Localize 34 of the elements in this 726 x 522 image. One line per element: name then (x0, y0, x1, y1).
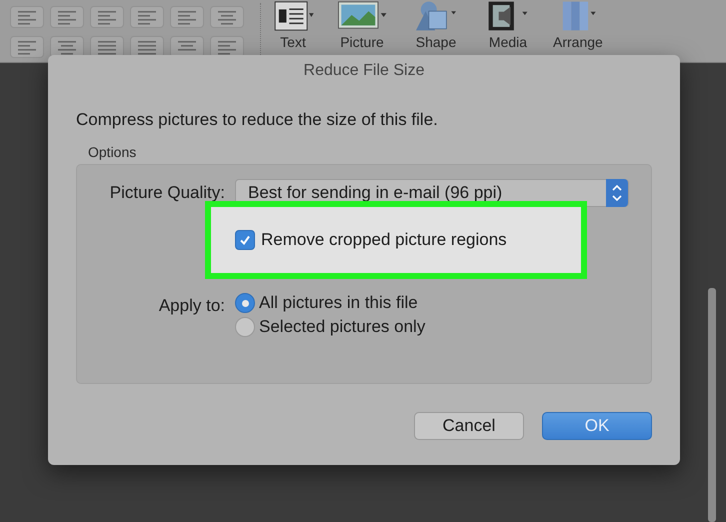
checkbox[interactable]: Remove cropped picture regions (235, 230, 507, 250)
lines-icon (15, 38, 39, 56)
toolbar-button[interactable]: Shape (409, 0, 463, 50)
lines-icon (55, 8, 79, 26)
cancel-button[interactable]: Cancel (414, 412, 524, 440)
toolbar-button[interactable]: Arrange (553, 0, 603, 50)
format-button[interactable] (170, 6, 204, 28)
radio-option[interactable]: Selected pictures only (235, 317, 629, 337)
group-label: Options (88, 144, 136, 160)
format-button[interactable] (130, 6, 164, 28)
lines-icon (135, 38, 159, 56)
format-button[interactable] (90, 6, 124, 28)
lines-icon (55, 38, 79, 56)
lines-icon (95, 8, 119, 26)
format-button[interactable] (50, 6, 84, 28)
toolbar-button[interactable]: Picture (335, 0, 389, 50)
stepper-arrows-icon (606, 179, 628, 207)
radio-option[interactable]: All pictures in this file (235, 293, 629, 313)
lines-icon (215, 8, 239, 26)
toolbar-button[interactable]: Text (271, 0, 315, 50)
lines-icon (135, 8, 159, 26)
ok-button[interactable]: OK (542, 412, 652, 440)
description: Compress pictures to reduce the size of this file. (76, 110, 439, 130)
lines-icon (215, 38, 239, 56)
format-button[interactable] (10, 6, 44, 28)
field-label: Picture Quality: (110, 183, 226, 203)
lines-icon (95, 38, 119, 56)
field-label: Apply to: (158, 295, 226, 316)
lines-icon (15, 8, 39, 26)
format-button[interactable] (210, 6, 244, 28)
toolbar-button[interactable]: Media (483, 0, 533, 50)
dialog-title: Reduce File Size (304, 61, 424, 81)
format-button[interactable] (10, 36, 44, 58)
lines-icon (175, 8, 199, 26)
